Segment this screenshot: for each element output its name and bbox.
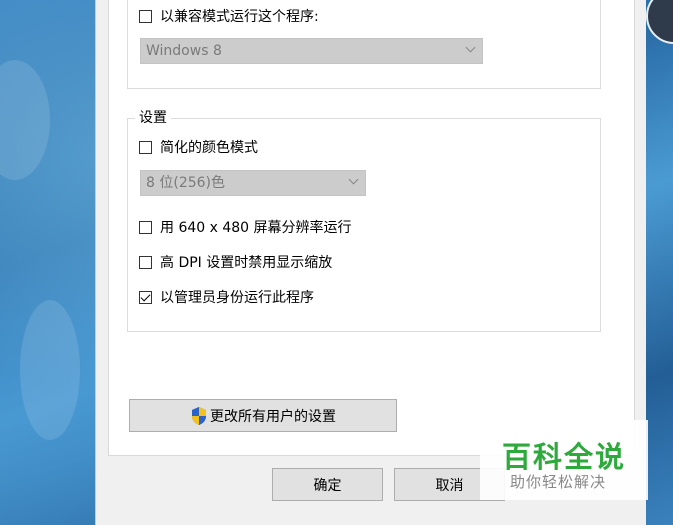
cancel-button-label: 取消	[435, 477, 464, 494]
color-mode-value: 8 位(256)色	[146, 175, 226, 191]
ok-button[interactable]: 确定	[272, 468, 383, 501]
os-version-value: Windows 8	[146, 43, 222, 59]
compat-mode-checkbox[interactable]: 以兼容模式运行这个程序:	[139, 7, 319, 25]
wallpaper-fold	[20, 300, 80, 440]
res-640-label: 用 640 x 480 屏幕分辨率运行	[160, 220, 352, 236]
checkbox-box[interactable]	[139, 140, 152, 154]
reduced-color-checkbox[interactable]: 简化的颜色模式	[139, 138, 258, 156]
watermark-brand: 百科全说	[502, 440, 627, 474]
change-all-users-button[interactable]: 更改所有用户的设置	[129, 399, 397, 432]
compatibility-tab-page: 以兼容模式运行这个程序: Windows 8 设置 简化的颜色模式 8 位(25…	[108, 0, 635, 456]
checkbox-box[interactable]	[139, 255, 152, 269]
res-640-checkbox[interactable]: 用 640 x 480 屏幕分辨率运行	[139, 218, 352, 236]
color-mode-select[interactable]: 8 位(256)色	[140, 170, 366, 196]
high-dpi-checkbox[interactable]: 高 DPI 设置时禁用显示缩放	[139, 253, 332, 271]
baike-watermark: 百科全说 助你轻松解决	[480, 420, 648, 500]
checkbox-box[interactable]	[139, 220, 152, 234]
compat-mode-label: 以兼容模式运行这个程序:	[160, 9, 319, 25]
change-all-users-label: 更改所有用户的设置	[210, 408, 336, 425]
chevron-down-icon	[348, 174, 359, 185]
chevron-down-icon	[465, 42, 476, 53]
watermark-subtitle: 助你轻松解决	[510, 473, 607, 491]
high-dpi-label: 高 DPI 设置时禁用显示缩放	[160, 255, 333, 271]
checkbox-box-checked[interactable]	[139, 290, 152, 304]
os-version-select[interactable]: Windows 8	[140, 38, 483, 64]
uac-shield-icon	[192, 406, 206, 425]
reduced-color-label: 简化的颜色模式	[160, 140, 258, 156]
wallpaper-fold	[0, 60, 50, 180]
run-as-admin-label: 以管理员身份运行此程序	[160, 290, 314, 306]
checkbox-box[interactable]	[139, 9, 152, 23]
ok-button-label: 确定	[313, 477, 342, 494]
settings-group-label: 设置	[135, 110, 171, 126]
run-as-admin-checkbox[interactable]: 以管理员身份运行此程序	[139, 288, 314, 306]
